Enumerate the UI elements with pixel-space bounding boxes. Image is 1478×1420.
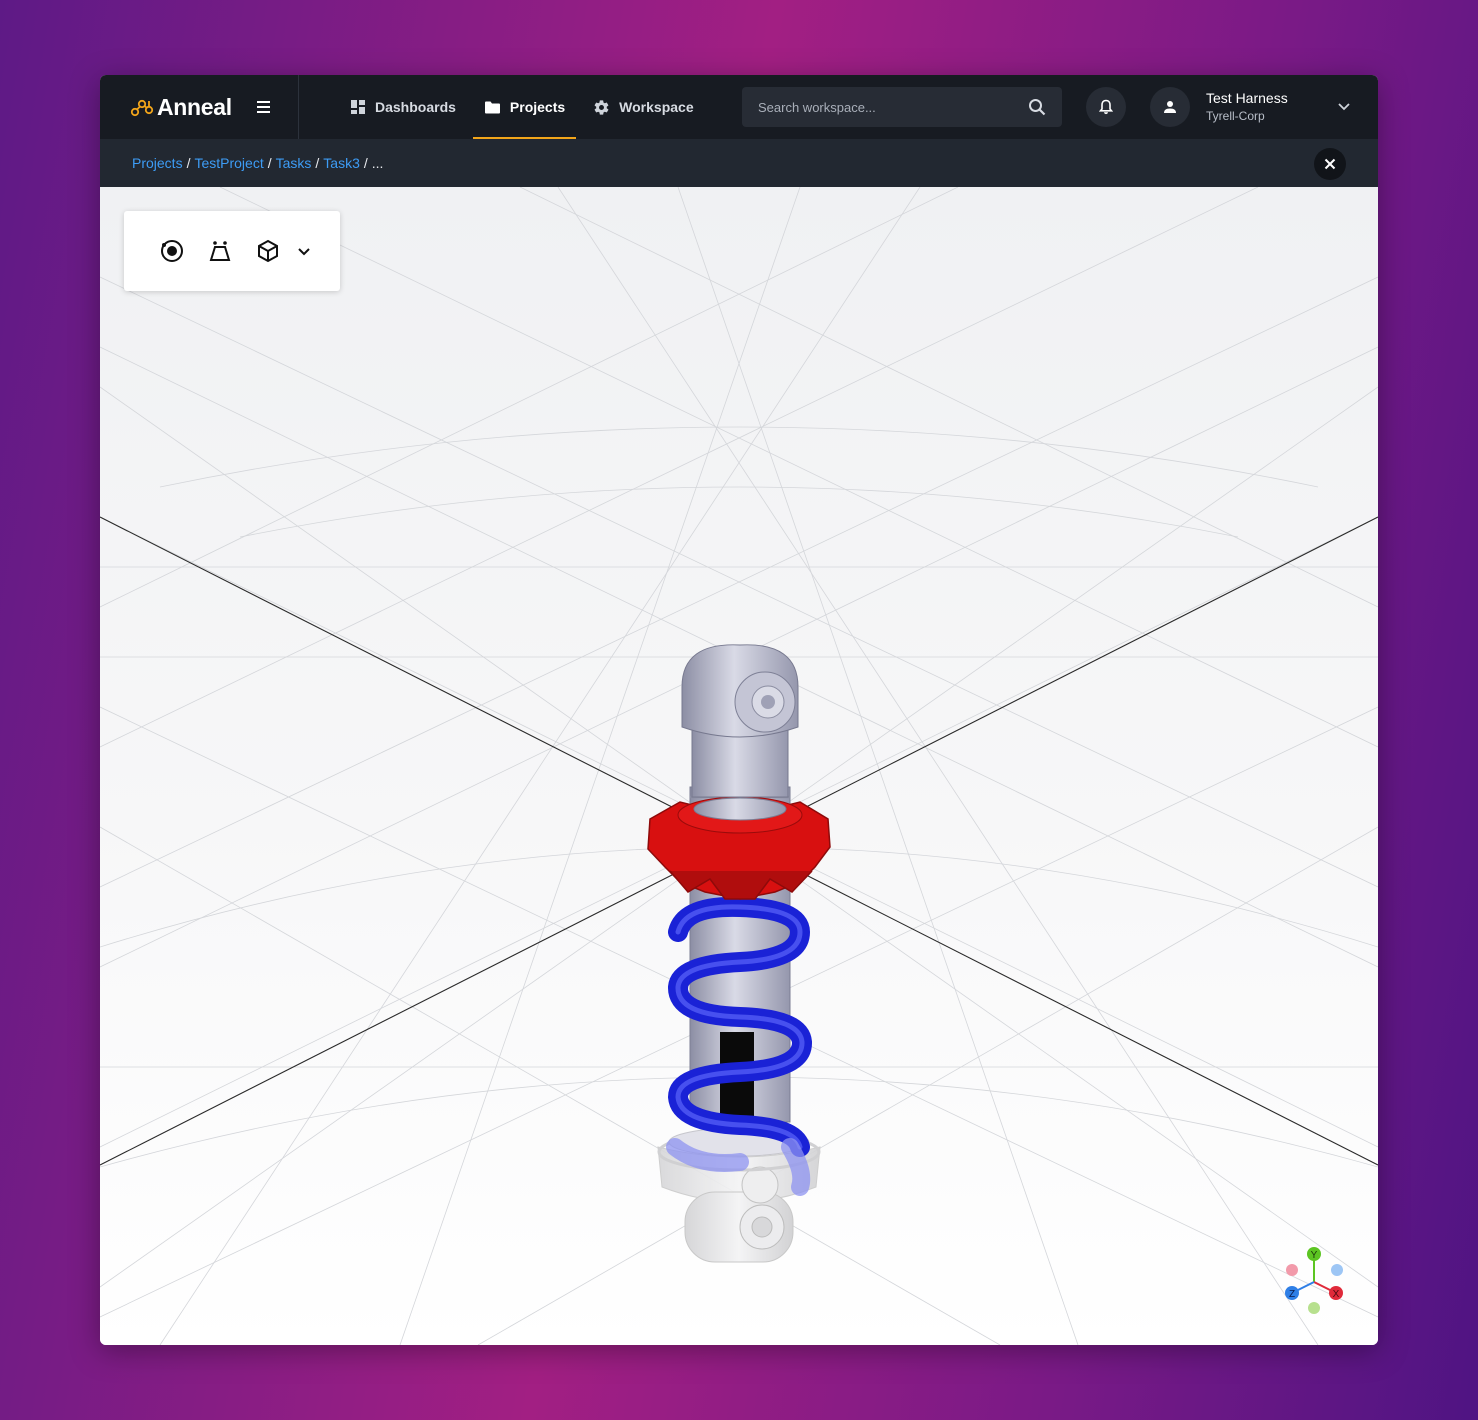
axis-gizmo[interactable]: Y X Z bbox=[1280, 1242, 1360, 1322]
search-input[interactable] bbox=[758, 99, 1028, 115]
close-icon bbox=[1324, 158, 1336, 170]
chevron-down-icon[interactable] bbox=[1337, 99, 1351, 113]
chevron-down-icon[interactable] bbox=[290, 237, 318, 265]
breadcrumb-separator: / bbox=[315, 155, 320, 171]
dashboard-icon bbox=[351, 100, 365, 114]
breadcrumb-separator: / bbox=[363, 155, 368, 171]
gizmo-y-label: Y bbox=[1311, 1250, 1318, 1261]
nav-workspace[interactable]: Workspace bbox=[579, 75, 707, 139]
brand: Anneal bbox=[100, 75, 299, 139]
breadcrumb-projects[interactable]: Projects bbox=[132, 155, 183, 171]
user-icon bbox=[1164, 101, 1176, 113]
anneal-logo-icon[interactable] bbox=[130, 97, 154, 117]
gear-icon bbox=[594, 99, 609, 115]
gizmo-x-label: X bbox=[1333, 1289, 1340, 1300]
gizmo-z-label: Z bbox=[1289, 1289, 1295, 1300]
nav-projects[interactable]: Projects bbox=[470, 75, 579, 139]
bell-icon bbox=[1099, 99, 1113, 115]
folder-icon bbox=[484, 101, 500, 113]
main-nav: Dashboards Projects Workspace bbox=[336, 75, 708, 139]
perspective-icon[interactable] bbox=[206, 237, 234, 265]
breadcrumb-task3[interactable]: Task3 bbox=[323, 155, 360, 171]
3d-viewport[interactable]: Y X Z bbox=[100, 187, 1378, 1345]
nav-projects-label: Projects bbox=[509, 99, 566, 115]
breadcrumb: Projects / TestProject / Tasks / Task3 /… bbox=[100, 139, 1378, 187]
search-icon[interactable] bbox=[1028, 98, 1046, 116]
nav-dashboards[interactable]: Dashboards bbox=[336, 75, 470, 139]
app-window: Anneal Dashboards Projects Workspace Sea… bbox=[100, 75, 1378, 1345]
notifications-button[interactable] bbox=[1086, 87, 1126, 127]
top-navigation-bar: Anneal Dashboards Projects Workspace Sea… bbox=[100, 75, 1378, 139]
cube-view-icon[interactable] bbox=[254, 237, 282, 265]
breadcrumb-testproject[interactable]: TestProject bbox=[194, 155, 263, 171]
breadcrumb-tasks[interactable]: Tasks bbox=[276, 155, 312, 171]
nav-workspace-label: Workspace bbox=[619, 99, 694, 115]
app-name: Anneal bbox=[157, 93, 232, 120]
close-button[interactable] bbox=[1314, 148, 1346, 180]
hamburger-menu-icon[interactable] bbox=[257, 98, 275, 116]
avatar[interactable] bbox=[1150, 87, 1190, 127]
user-info[interactable]: Test Harness Tyrell-Corp bbox=[1206, 90, 1288, 123]
3d-scene[interactable] bbox=[100, 187, 1378, 1345]
shock-absorber-model[interactable] bbox=[647, 644, 831, 1263]
user-name: Test Harness bbox=[1206, 90, 1288, 106]
view-toolbar bbox=[124, 211, 340, 291]
orbit-icon[interactable] bbox=[158, 237, 186, 265]
breadcrumb-separator: / bbox=[186, 155, 191, 171]
nav-dashboards-label: Dashboards bbox=[375, 99, 456, 115]
breadcrumb-more[interactable]: ... bbox=[372, 155, 384, 171]
search-box bbox=[742, 87, 1062, 127]
breadcrumb-separator: / bbox=[267, 155, 272, 171]
user-org: Tyrell-Corp bbox=[1206, 109, 1265, 123]
